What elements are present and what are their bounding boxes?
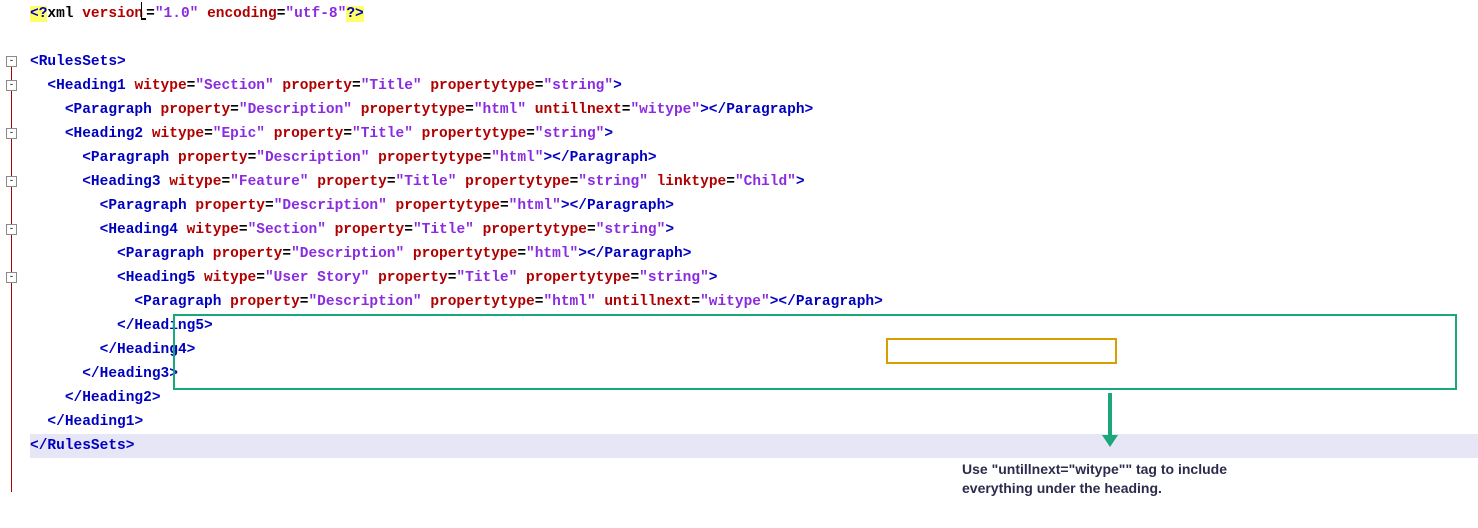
- code-line: <Heading2 witype="Epic" property="Title"…: [30, 122, 1478, 146]
- fold-toggle-icon[interactable]: -: [6, 224, 17, 235]
- code-line: <Paragraph property="Description" proper…: [30, 242, 1478, 266]
- annotation-line1: Use "untillnext="witype"" tag to include: [962, 461, 1227, 477]
- fold-toggle-icon[interactable]: -: [6, 272, 17, 283]
- fold-gutter: - - - - - -: [0, 0, 24, 460]
- code-line: </Heading5>: [30, 314, 1478, 338]
- code-line: <RulesSets>: [30, 50, 1478, 74]
- code-line: <Heading3 witype="Feature" property="Tit…: [30, 170, 1478, 194]
- annotation-text: Use "untillnext="witype"" tag to include…: [962, 460, 1302, 498]
- code-area[interactable]: <?xml version="1.0" encoding="utf-8"?> <…: [24, 0, 1478, 460]
- fold-toggle-icon[interactable]: -: [6, 128, 17, 139]
- code-line: <?xml version="1.0" encoding="utf-8"?>: [30, 2, 1478, 26]
- fold-toggle-icon[interactable]: -: [6, 56, 17, 67]
- code-line: <Paragraph property="Description" proper…: [30, 98, 1478, 122]
- code-line: <Heading1 witype="Section" property="Tit…: [30, 74, 1478, 98]
- code-line: [30, 26, 1478, 50]
- annotation-line2: everything under the heading.: [962, 480, 1162, 496]
- code-line: </Heading1>: [30, 410, 1478, 434]
- code-line: </RulesSets>: [30, 434, 1478, 458]
- code-line: <Paragraph property="Description" proper…: [30, 290, 1478, 314]
- fold-toggle-icon[interactable]: -: [6, 80, 17, 91]
- code-line: </Heading4>: [30, 338, 1478, 362]
- code-editor[interactable]: - - - - - - <?xml version="1.0" encoding="utf…: [0, 0, 1478, 460]
- fold-toggle-icon[interactable]: -: [6, 176, 17, 187]
- code-line: <Paragraph property="Description" proper…: [30, 146, 1478, 170]
- code-line: </Heading3>: [30, 362, 1478, 386]
- code-line: <Heading5 witype="User Story" property="…: [30, 266, 1478, 290]
- code-line: <Paragraph property="Description" proper…: [30, 194, 1478, 218]
- code-line: <Heading4 witype="Section" property="Tit…: [30, 218, 1478, 242]
- code-line: </Heading2>: [30, 386, 1478, 410]
